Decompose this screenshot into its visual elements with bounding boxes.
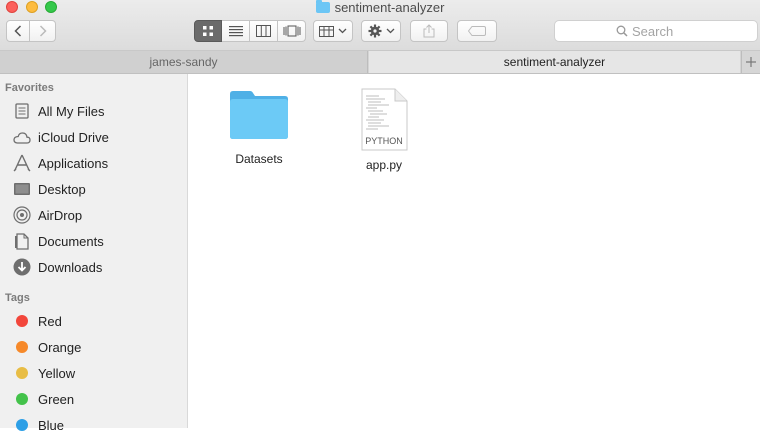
sidebar-item-label: Yellow bbox=[38, 365, 76, 381]
tag-dot-icon bbox=[12, 363, 32, 383]
plus-icon bbox=[746, 57, 756, 67]
window-title-text: sentiment-analyzer bbox=[334, 0, 445, 15]
column-view-button[interactable] bbox=[250, 20, 278, 42]
sidebar-item-label: Blue bbox=[38, 417, 65, 433]
back-button[interactable] bbox=[6, 20, 30, 42]
sidebar: Favorites All My Files iCloud Drive Appl… bbox=[0, 74, 188, 433]
file-item-datasets[interactable]: Datasets bbox=[219, 88, 299, 166]
list-icon bbox=[228, 26, 243, 37]
chevron-right-icon bbox=[39, 25, 47, 37]
all-files-icon bbox=[12, 101, 32, 121]
applications-icon bbox=[12, 153, 32, 173]
window-title: sentiment-analyzer bbox=[0, 0, 760, 15]
icon-view-button[interactable] bbox=[194, 20, 222, 42]
favorites-header: Favorites bbox=[5, 82, 54, 94]
tag-dot-icon bbox=[12, 389, 32, 409]
tag-dot-icon bbox=[12, 337, 32, 357]
sidebar-tag-orange[interactable]: Orange bbox=[0, 334, 187, 360]
new-tab-button[interactable] bbox=[741, 51, 760, 73]
tag-dot-icon bbox=[12, 415, 32, 435]
tag-icon bbox=[468, 26, 486, 36]
desktop-icon bbox=[12, 179, 32, 199]
sidebar-item-applications[interactable]: Applications bbox=[0, 150, 187, 176]
folder-icon bbox=[230, 91, 288, 139]
documents-icon bbox=[12, 231, 32, 251]
search-input[interactable] bbox=[632, 23, 696, 39]
list-view-button[interactable] bbox=[222, 20, 250, 42]
tag-dot-icon bbox=[12, 311, 32, 331]
chevron-down-icon bbox=[386, 28, 394, 34]
sidebar-item-airdrop[interactable]: AirDrop bbox=[0, 202, 187, 228]
columns-icon bbox=[256, 25, 271, 37]
sidebar-item-documents[interactable]: Documents bbox=[0, 228, 187, 254]
sidebar-tag-blue[interactable]: Blue bbox=[0, 412, 187, 438]
sidebar-item-label: Desktop bbox=[38, 181, 86, 197]
tab-james-sandy[interactable]: james-sandy bbox=[0, 51, 368, 73]
sidebar-item-desktop[interactable]: Desktop bbox=[0, 176, 187, 202]
tab-sentiment-analyzer[interactable]: sentiment-analyzer bbox=[369, 51, 740, 73]
cover-flow-view-button[interactable] bbox=[278, 20, 306, 42]
arrange-button[interactable] bbox=[313, 20, 353, 42]
chevron-left-icon bbox=[14, 25, 22, 37]
tab-bar: james-sandy sentiment-analyzer bbox=[0, 51, 760, 74]
sidebar-item-all-my-files[interactable]: All My Files bbox=[0, 98, 187, 124]
cover-flow-icon bbox=[283, 25, 300, 37]
forward-button[interactable] bbox=[30, 20, 56, 42]
sidebar-item-label: Applications bbox=[38, 155, 109, 171]
sidebar-item-label: Orange bbox=[38, 339, 82, 355]
file-item-app-py[interactable]: PYTHON app.py bbox=[344, 88, 424, 172]
sidebar-tag-green[interactable]: Green bbox=[0, 386, 187, 412]
file-type-badge: PYTHON bbox=[365, 136, 403, 146]
search-icon bbox=[616, 25, 628, 37]
file-browser-area: Datasets PYTHON app.py bbox=[189, 74, 760, 428]
airdrop-icon bbox=[12, 205, 32, 225]
folder-icon bbox=[315, 0, 330, 13]
search-field[interactable] bbox=[554, 20, 758, 42]
sidebar-item-label: All My Files bbox=[38, 103, 105, 119]
arrange-grid-icon bbox=[319, 25, 334, 37]
sidebar-tag-yellow[interactable]: Yellow bbox=[0, 360, 187, 386]
sidebar-item-label: iCloud Drive bbox=[38, 129, 109, 145]
tags-header: Tags bbox=[5, 292, 30, 304]
sidebar-item-label: Documents bbox=[38, 233, 104, 249]
gear-icon bbox=[368, 24, 381, 38]
sidebar-item-label: Downloads bbox=[38, 259, 103, 275]
share-icon bbox=[423, 24, 435, 38]
chevron-down-icon bbox=[338, 28, 347, 34]
downloads-icon bbox=[12, 257, 32, 277]
sidebar-item-label: AirDrop bbox=[38, 207, 83, 223]
edit-tags-button[interactable] bbox=[457, 20, 497, 42]
sidebar-tag-red[interactable]: Red bbox=[0, 308, 187, 334]
share-button[interactable] bbox=[410, 20, 448, 42]
action-menu-button[interactable] bbox=[361, 20, 401, 42]
sidebar-item-downloads[interactable]: Downloads bbox=[0, 254, 187, 280]
window-toolbar: sentiment-analyzer bbox=[0, 0, 760, 51]
file-name: app.py bbox=[365, 158, 403, 172]
sidebar-item-label: Green bbox=[38, 391, 75, 407]
cloud-icon bbox=[12, 127, 32, 147]
grid-icon bbox=[203, 26, 213, 36]
sidebar-item-icloud-drive[interactable]: iCloud Drive bbox=[0, 124, 187, 150]
file-name: Datasets bbox=[235, 152, 283, 166]
sidebar-item-label: Red bbox=[38, 313, 62, 329]
